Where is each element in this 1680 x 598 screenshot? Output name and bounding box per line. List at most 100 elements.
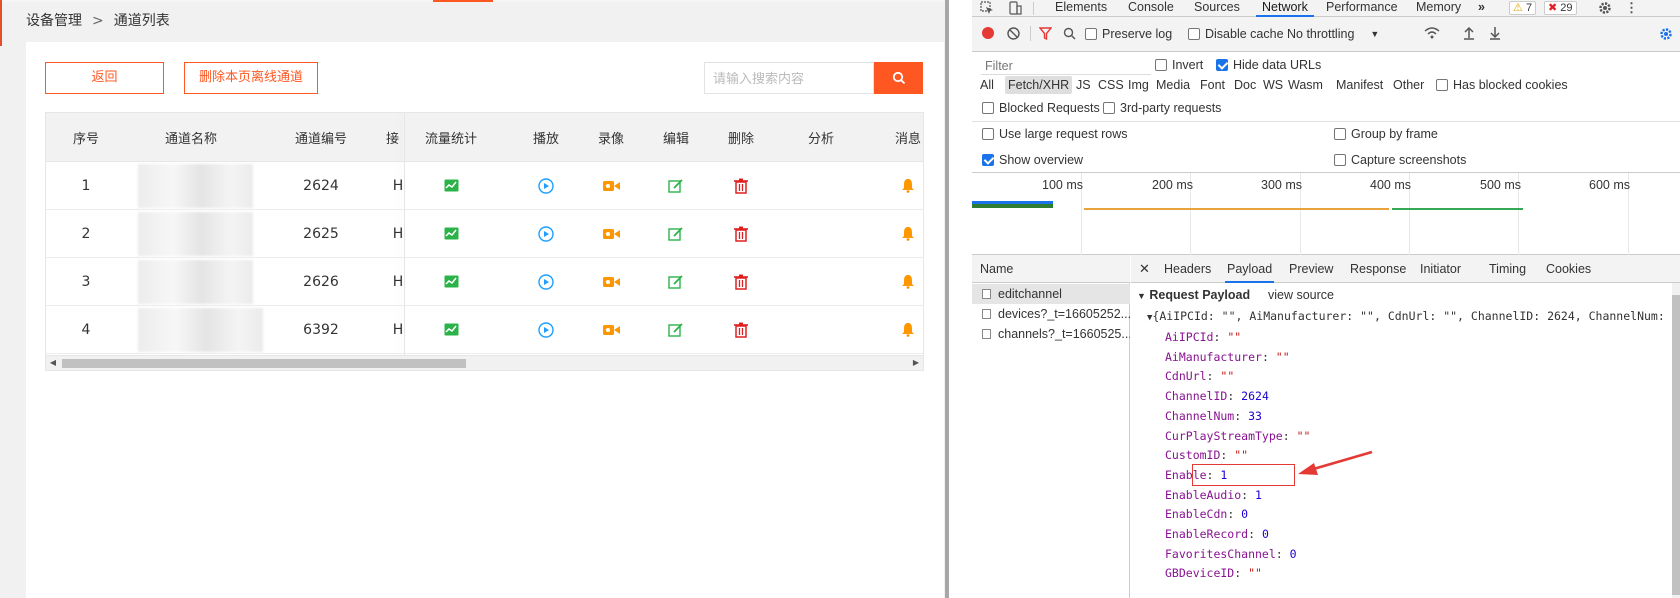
traffic-stats-icon[interactable] (411, 162, 491, 209)
record-icon[interactable] (581, 210, 641, 257)
capture-screenshots-checkbox[interactable]: Capture screenshots (1334, 153, 1466, 167)
errors-badge[interactable]: ✖ 29 (1544, 1, 1577, 15)
type-filter-all[interactable]: All (977, 76, 997, 94)
bell-icon[interactable] (891, 210, 923, 257)
payload-field-enablerecord[interactable]: EnableRecord: 0 (1165, 527, 1269, 541)
warnings-badge[interactable]: ⚠ 7 (1509, 1, 1537, 15)
traffic-stats-icon[interactable] (411, 306, 491, 353)
payload-vertical-scrollbar[interactable] (1672, 283, 1680, 598)
close-detail-icon[interactable]: ✕ (1139, 255, 1150, 283)
delete-offline-channels-button[interactable]: 删除本页离线通道 (184, 62, 318, 94)
export-har-icon[interactable] (1489, 26, 1501, 40)
type-filter-ws[interactable]: WS (1260, 76, 1286, 94)
payload-field-cdnurl[interactable]: CdnUrl: "" (1165, 369, 1234, 383)
bell-icon[interactable] (891, 162, 923, 209)
invert-checkbox[interactable]: Invert (1155, 58, 1203, 72)
type-filter-media[interactable]: Media (1153, 76, 1193, 94)
third-party-checkbox[interactable]: 3rd-party requests (1103, 101, 1221, 115)
preserve-log-checkbox[interactable]: Preserve log (1085, 27, 1172, 41)
name-column-header[interactable]: Name (972, 255, 1130, 283)
kebab-menu-icon[interactable]: ⋮ (1625, 0, 1638, 16)
network-overview-timeline[interactable]: 100 ms 200 ms 300 ms 400 ms 500 ms 600 m… (972, 173, 1680, 255)
payload-field-enablecdn[interactable]: EnableCdn: 0 (1165, 507, 1248, 521)
disable-cache-checkbox[interactable]: Disable cache (1188, 27, 1284, 41)
record-button[interactable] (982, 27, 994, 39)
device-toolbar-icon[interactable] (1008, 1, 1022, 15)
payload-field-curplaystreamtype[interactable]: CurPlayStreamType: "" (1165, 429, 1310, 443)
tab-preview[interactable]: Preview (1289, 255, 1333, 283)
import-har-icon[interactable] (1463, 26, 1475, 40)
request-row-channels[interactable]: channels?_t=1660525... (972, 324, 1130, 344)
payload-field-channelnum[interactable]: ChannelNum: 33 (1165, 409, 1262, 423)
tab-sources[interactable]: Sources (1194, 0, 1240, 17)
search-input[interactable] (704, 62, 874, 94)
payload-field-gbdeviceid[interactable]: GBDeviceID: "" (1165, 566, 1262, 580)
delete-icon[interactable] (711, 258, 771, 305)
tab-headers[interactable]: Headers (1164, 255, 1211, 283)
type-filter-font[interactable]: Font (1197, 76, 1228, 94)
type-filter-manifest[interactable]: Manifest (1333, 76, 1386, 94)
bell-icon[interactable] (891, 306, 923, 353)
payload-field-enableaudio[interactable]: EnableAudio: 1 (1165, 488, 1262, 502)
delete-icon[interactable] (711, 306, 771, 353)
back-button[interactable]: 返回 (45, 62, 164, 94)
scrollbar-thumb[interactable] (62, 359, 466, 368)
payload-field-channelid[interactable]: ChannelID: 2624 (1165, 389, 1269, 403)
play-icon[interactable] (516, 210, 576, 257)
delete-icon[interactable] (711, 162, 771, 209)
type-filter-wasm[interactable]: Wasm (1285, 76, 1326, 94)
group-by-frame-checkbox[interactable]: Group by frame (1334, 127, 1438, 141)
payload-field-aimanufacturer[interactable]: AiManufacturer: "" (1165, 350, 1290, 364)
tab-network[interactable]: Network (1256, 0, 1314, 17)
scroll-left-arrow-icon[interactable]: ◀ (48, 358, 58, 368)
clear-icon[interactable] (1007, 27, 1020, 40)
more-tabs-chevron-icon[interactable]: » (1478, 0, 1485, 17)
payload-field-aiipcid[interactable]: AiIPCId: "" (1165, 330, 1241, 344)
has-blocked-cookies-checkbox[interactable]: Has blocked cookies (1436, 78, 1568, 92)
request-row-devices[interactable]: devices?_t=16605252... (972, 304, 1130, 324)
tab-initiator[interactable]: Initiator (1420, 255, 1461, 283)
tab-console[interactable]: Console (1128, 0, 1174, 17)
type-filter-fetch-xhr[interactable]: Fetch/XHR (1005, 76, 1073, 94)
request-row-editchannel[interactable]: editchannel (972, 284, 1130, 304)
large-rows-checkbox[interactable]: Use large request rows (982, 127, 1128, 141)
breadcrumb-root[interactable]: 设备管理 (26, 13, 82, 29)
play-icon[interactable] (516, 162, 576, 209)
type-filter-other[interactable]: Other (1390, 76, 1427, 94)
type-filter-js[interactable]: JS (1073, 76, 1094, 94)
delete-icon[interactable] (711, 210, 771, 257)
play-icon[interactable] (516, 306, 576, 353)
edit-icon[interactable] (646, 306, 706, 353)
throttling-select[interactable]: No throttling ▼ (1287, 27, 1379, 41)
blocked-requests-checkbox[interactable]: Blocked Requests (982, 101, 1100, 115)
tab-timing[interactable]: Timing (1489, 255, 1526, 283)
tab-cookies[interactable]: Cookies (1546, 255, 1591, 283)
edit-icon[interactable] (646, 210, 706, 257)
record-icon[interactable] (581, 258, 641, 305)
settings-gear-icon[interactable] (1598, 1, 1612, 15)
network-settings-gear-icon[interactable] (1659, 27, 1673, 41)
type-filter-doc[interactable]: Doc (1231, 76, 1259, 94)
scroll-right-arrow-icon[interactable]: ▶ (911, 358, 921, 368)
type-filter-css[interactable]: CSS (1095, 76, 1127, 94)
search-icon[interactable] (1063, 27, 1076, 40)
traffic-stats-icon[interactable] (411, 210, 491, 257)
payload-summary[interactable]: ▼{AiIPCId: "", AiManufacturer: "", CdnUr… (1147, 309, 1671, 323)
payload-field-customid[interactable]: CustomID: "" (1165, 448, 1248, 462)
bell-icon[interactable] (891, 258, 923, 305)
request-payload-section[interactable]: ▼ Request Payload (1137, 288, 1250, 302)
tab-elements[interactable]: Elements (1055, 0, 1107, 17)
tab-response[interactable]: Response (1350, 255, 1406, 283)
network-conditions-icon[interactable] (1424, 26, 1440, 40)
scrollbar-thumb[interactable] (1672, 295, 1680, 595)
search-button[interactable] (874, 62, 923, 94)
type-filter-img[interactable]: Img (1125, 76, 1152, 94)
record-icon[interactable] (581, 306, 641, 353)
tab-performance[interactable]: Performance (1326, 0, 1398, 17)
view-source-link[interactable]: view source (1268, 288, 1334, 302)
edit-icon[interactable] (646, 258, 706, 305)
hide-data-urls-checkbox[interactable]: Hide data URLs (1216, 58, 1321, 72)
filter-input[interactable] (981, 57, 1151, 75)
record-icon[interactable] (581, 162, 641, 209)
traffic-stats-icon[interactable] (411, 258, 491, 305)
